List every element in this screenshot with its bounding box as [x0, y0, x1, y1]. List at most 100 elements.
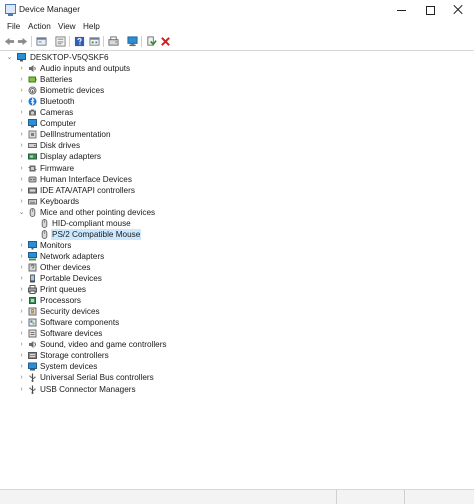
tree-category-item[interactable]: › DellInstrumentation	[0, 129, 474, 140]
update-driver-icon[interactable]	[108, 36, 119, 47]
tree-child-item[interactable]: PS/2 Compatible Mouse	[0, 228, 474, 240]
tree-category-item[interactable]: › Computer	[0, 118, 474, 129]
chevron-right-icon[interactable]: ›	[17, 129, 26, 140]
toolbar-separator	[31, 36, 32, 47]
tree-category-item[interactable]: › Software components	[0, 317, 474, 328]
tree-item-label: Other devices	[40, 262, 91, 272]
tree-item-label: Disk drives	[40, 141, 81, 151]
tree-category-item[interactable]: › Other devices	[0, 262, 474, 273]
enable-device-icon[interactable]	[146, 36, 157, 47]
chevron-right-icon[interactable]: ›	[17, 372, 26, 383]
tree-category-item[interactable]: › Portable Devices	[0, 273, 474, 284]
chevron-right-icon[interactable]: ›	[17, 96, 26, 107]
minimize-button[interactable]	[384, 0, 418, 20]
chevron-right-icon[interactable]: ›	[17, 140, 26, 151]
tree-category-item[interactable]: ⌄ Mice and other pointing devices	[0, 207, 474, 218]
processor-icon	[28, 296, 37, 305]
chevron-right-icon[interactable]: ›	[17, 306, 26, 317]
tree-category-item[interactable]: › Bluetooth	[0, 96, 474, 107]
forward-arrow-icon[interactable]	[17, 36, 28, 47]
tree-item-label: DellInstrumentation	[40, 130, 111, 140]
window-title: Device Manager	[19, 4, 80, 14]
menu-action[interactable]: Action	[28, 22, 51, 31]
tree-child-item[interactable]: HID-compliant mouse	[0, 218, 474, 229]
tree-item-label: Software devices	[40, 329, 103, 339]
tree-category-item[interactable]: › Universal Serial Bus controllers	[0, 372, 474, 383]
chevron-right-icon[interactable]: ›	[17, 185, 26, 196]
tree-category-item[interactable]: › USB Connector Managers	[0, 384, 474, 395]
tree-category-item[interactable]: › Print queues	[0, 284, 474, 295]
tree-category-item[interactable]: › Firmware	[0, 163, 474, 174]
properties-icon[interactable]	[36, 36, 47, 47]
view-grid-icon[interactable]	[89, 36, 100, 47]
chevron-right-icon[interactable]: ›	[17, 240, 26, 251]
chevron-right-icon[interactable]: ›	[17, 174, 26, 185]
device-icon	[28, 130, 37, 139]
tree-item-label: Display adapters	[40, 152, 101, 162]
tree-category-item[interactable]: › Storage controllers	[0, 350, 474, 361]
battery-icon	[28, 75, 37, 84]
tree-category-item[interactable]: › Disk drives	[0, 140, 474, 151]
chevron-right-icon[interactable]: ›	[17, 295, 26, 306]
chevron-right-icon[interactable]: ›	[17, 284, 26, 295]
menu-file[interactable]: File	[7, 22, 20, 31]
help-icon[interactable]	[74, 36, 85, 47]
fingerprint-icon	[28, 86, 37, 95]
toolbar-separator	[103, 36, 104, 47]
chevron-right-icon[interactable]: ›	[17, 63, 26, 74]
show-hide-console-tree-icon[interactable]	[55, 36, 66, 47]
tree-item-label: System devices	[40, 362, 98, 372]
chevron-right-icon[interactable]: ›	[17, 163, 26, 174]
tree-category-item[interactable]: › System devices	[0, 361, 474, 372]
tree-category-item[interactable]: › Software devices	[0, 328, 474, 339]
tree-category-item[interactable]: › Audio inputs and outputs	[0, 63, 474, 74]
tree-category-item[interactable]: › Display adapters	[0, 151, 474, 162]
chevron-right-icon[interactable]: ›	[17, 339, 26, 350]
tree-category-item[interactable]: › Cameras	[0, 107, 474, 118]
chevron-right-icon[interactable]: ›	[17, 151, 26, 162]
speaker-icon	[28, 64, 37, 73]
chevron-right-icon[interactable]: ›	[17, 74, 26, 85]
chevron-down-icon[interactable]: ⌄	[17, 207, 26, 218]
computer-icon	[28, 119, 37, 128]
scan-hardware-icon[interactable]	[127, 36, 138, 47]
tree-category-item[interactable]: › Biometric devices	[0, 85, 474, 96]
device-tree[interactable]: ⌄ DESKTOP-V5QSKF6 › Audio inputs and outp…	[0, 52, 474, 488]
tree-category-item[interactable]: › Keyboards	[0, 196, 474, 207]
chevron-right-icon[interactable]: ›	[17, 328, 26, 339]
tree-category-item[interactable]: › Sound, video and game controllers	[0, 339, 474, 350]
chevron-right-icon[interactable]: ›	[17, 273, 26, 284]
chevron-right-icon[interactable]: ›	[17, 262, 26, 273]
menu-view[interactable]: View	[58, 22, 76, 31]
chevron-right-icon[interactable]: ›	[17, 317, 26, 328]
title-bar[interactable]: Device Manager	[0, 0, 474, 20]
tree-item-label: Mice and other pointing devices	[40, 207, 156, 217]
tree-category-item[interactable]: › Processors	[0, 295, 474, 306]
tree-item-label: Print queues	[40, 285, 86, 295]
chevron-right-icon[interactable]: ›	[17, 361, 26, 372]
chevron-right-icon[interactable]: ›	[17, 251, 26, 262]
status-pane	[336, 490, 405, 504]
chevron-right-icon[interactable]: ›	[17, 196, 26, 207]
tree-category-item[interactable]: › Batteries	[0, 74, 474, 85]
tree-category-item[interactable]: › Network adapters	[0, 251, 474, 262]
mouse-icon	[28, 207, 37, 217]
menu-help[interactable]: Help	[83, 22, 100, 31]
tree-category-item[interactable]: › Monitors	[0, 240, 474, 251]
collapse-root-chevron-icon[interactable]: ⌄	[5, 52, 14, 63]
tree-item-label: Human Interface Devices	[40, 174, 132, 184]
close-button[interactable]	[442, 0, 474, 20]
chevron-right-icon[interactable]: ›	[17, 118, 26, 129]
chevron-right-icon[interactable]: ›	[17, 350, 26, 361]
tree-root[interactable]: ⌄ DESKTOP-V5QSKF6	[0, 52, 474, 63]
chevron-right-icon[interactable]: ›	[17, 107, 26, 118]
usb-icon	[28, 385, 37, 394]
tree-category-item[interactable]: › Human Interface Devices	[0, 174, 474, 185]
tree-category-item[interactable]: › Security devices	[0, 306, 474, 317]
uninstall-device-icon[interactable]	[160, 36, 171, 47]
tree-item-label: Cameras	[40, 108, 74, 118]
chevron-right-icon[interactable]: ›	[17, 384, 26, 395]
chevron-right-icon[interactable]: ›	[17, 85, 26, 96]
back-arrow-icon[interactable]	[4, 36, 15, 47]
tree-category-item[interactable]: › IDE ATA/ATAPI controllers	[0, 185, 474, 196]
